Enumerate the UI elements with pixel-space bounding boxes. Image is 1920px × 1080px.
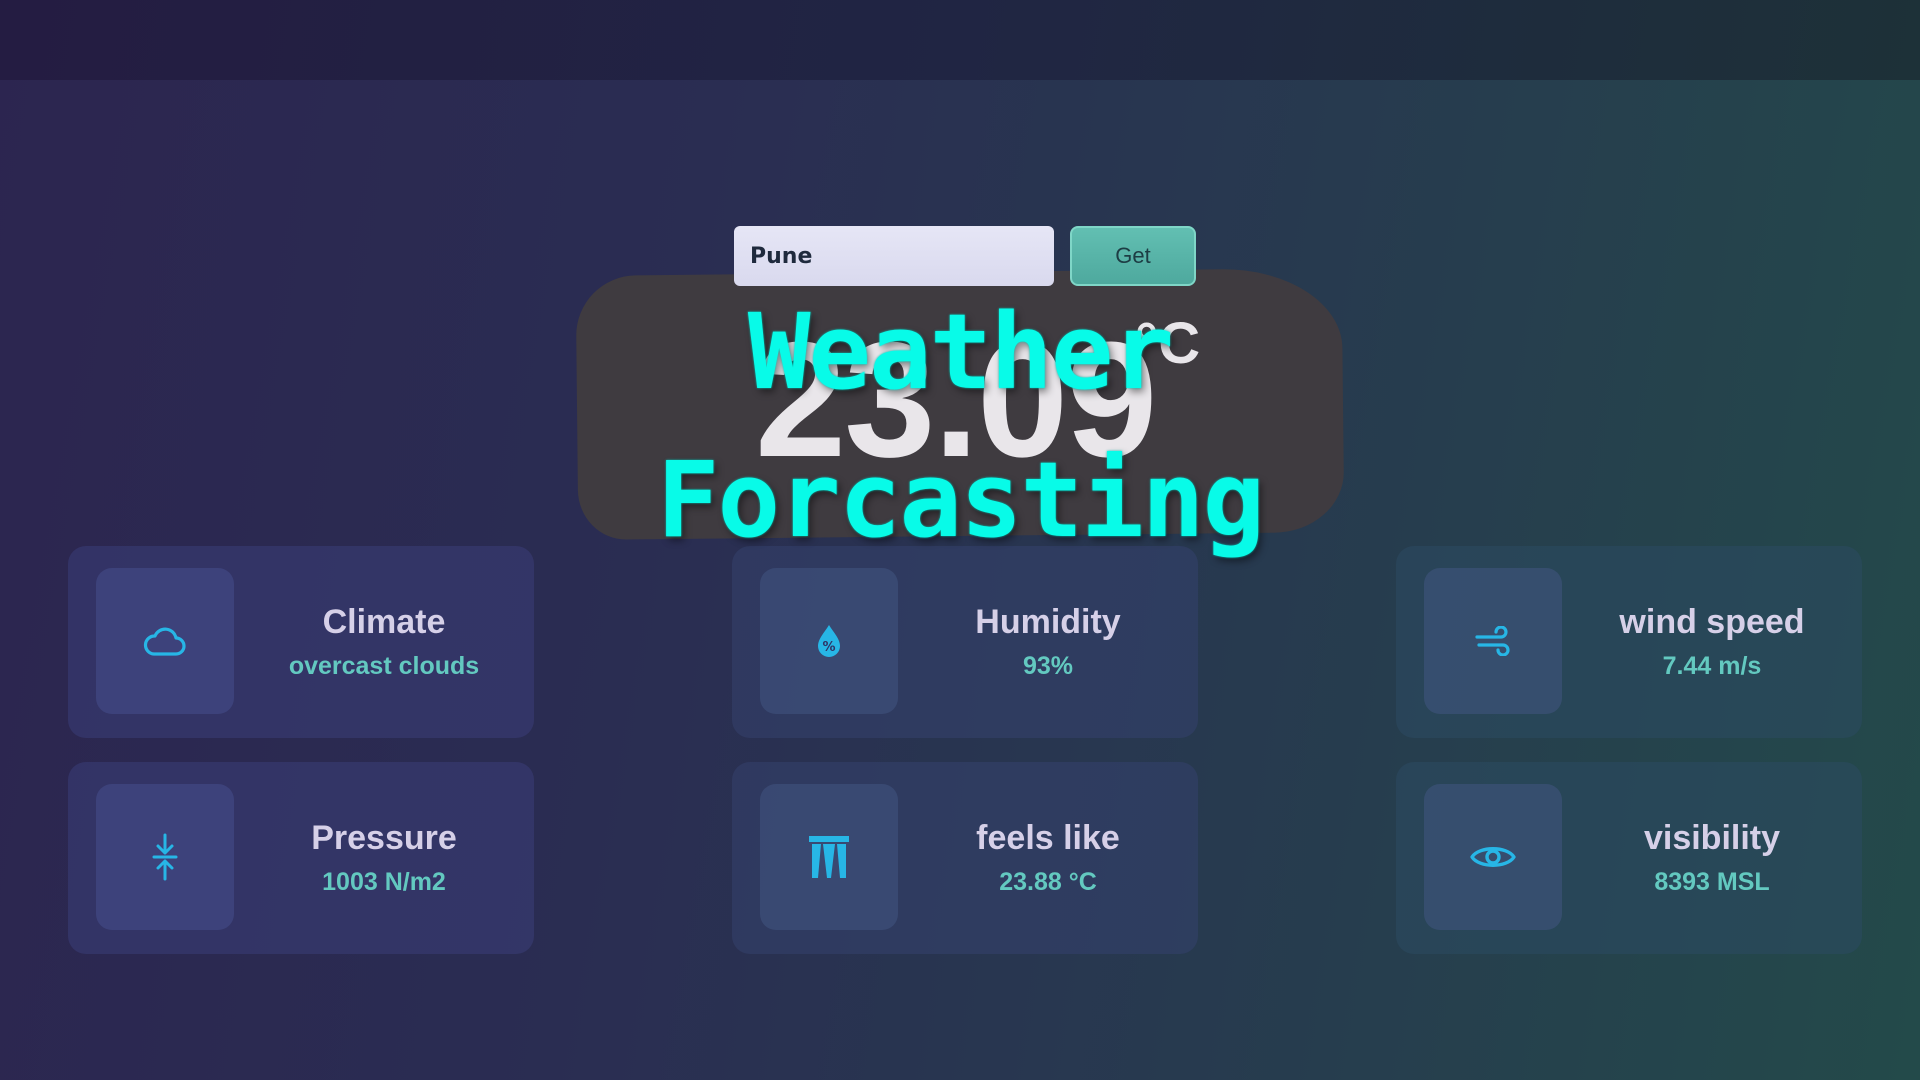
humidity-icon-box: % — [760, 568, 898, 714]
visibility-text: visibility 8393 MSL — [1562, 762, 1862, 954]
wind-speed-card: wind speed 7.44 m/s — [1396, 546, 1862, 738]
feels-like-icon-box — [760, 784, 898, 930]
city-search-input[interactable] — [734, 226, 1054, 286]
weather-forcasting-overlay-title: Weather Forcasting — [0, 278, 1920, 574]
visibility-label: visibility — [1643, 819, 1781, 857]
pressure-value: 1003 N/m2 — [322, 868, 446, 896]
top-bar — [0, 0, 1920, 80]
eye-icon — [1469, 841, 1517, 873]
feels-like-icon — [807, 834, 851, 880]
pressure-arrows-icon — [150, 833, 180, 881]
pressure-label: Pressure — [311, 819, 457, 857]
wind-icon — [1473, 626, 1513, 656]
visibility-value: 8393 MSL — [1654, 868, 1770, 896]
humidity-card: % Humidity 93% — [732, 546, 1198, 738]
pressure-card: Pressure 1003 N/m2 — [68, 762, 534, 954]
humidity-label: Humidity — [975, 603, 1121, 641]
climate-text: Climate overcast clouds — [234, 546, 534, 738]
get-weather-button[interactable]: Get — [1070, 226, 1196, 286]
humidity-drop-icon: % — [814, 623, 844, 659]
climate-card: Climate overcast clouds — [68, 546, 534, 738]
climate-label: Climate — [322, 603, 446, 641]
feels-like-card: feels like 23.88 °C — [732, 762, 1198, 954]
climate-value: overcast clouds — [288, 652, 480, 680]
humidity-text: Humidity 93% — [898, 546, 1198, 738]
visibility-icon-box — [1424, 784, 1562, 930]
overlay-title-line1: Weather — [747, 291, 1174, 413]
search-bar: Get — [734, 226, 1196, 286]
cloud-icon — [143, 624, 187, 658]
wind-speed-label: wind speed — [1619, 603, 1805, 641]
svg-text:%: % — [822, 640, 835, 655]
overlay-title-line2: Forcasting — [656, 439, 1265, 561]
pressure-text: Pressure 1003 N/m2 — [234, 762, 534, 954]
feels-like-value: 23.88 °C — [999, 868, 1097, 896]
feels-like-text: feels like 23.88 °C — [898, 762, 1198, 954]
wind-speed-value: 7.44 m/s — [1662, 652, 1762, 680]
humidity-value: 93% — [1022, 652, 1074, 680]
feels-like-label: feels like — [976, 819, 1120, 857]
wind-icon-box — [1424, 568, 1562, 714]
climate-icon-box — [96, 568, 234, 714]
pressure-icon-box — [96, 784, 234, 930]
visibility-card: visibility 8393 MSL — [1396, 762, 1862, 954]
wind-speed-text: wind speed 7.44 m/s — [1562, 546, 1862, 738]
